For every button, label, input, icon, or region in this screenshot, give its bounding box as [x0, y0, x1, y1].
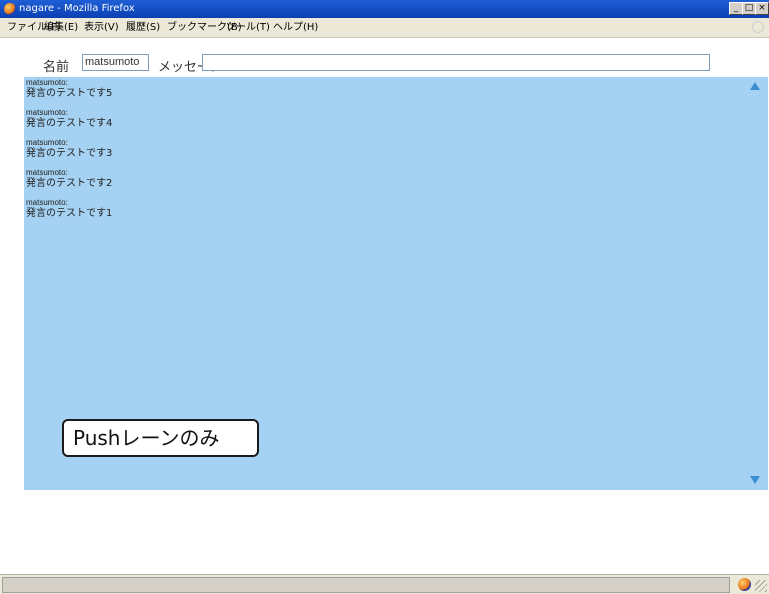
maximize-button[interactable]: □ [742, 2, 756, 15]
message-user: matsumoto: [26, 138, 68, 147]
resize-grip-icon[interactable] [755, 580, 767, 592]
menu-edit[interactable]: 編集(E) [44, 21, 78, 35]
window-title: nagare - Mozilla Firefox [19, 3, 135, 14]
name-input[interactable]: matsumoto [82, 54, 149, 71]
message-text: 発言のテストです5 [26, 88, 113, 99]
message-text: 発言のテストです2 [26, 178, 113, 189]
message-input[interactable] [202, 54, 710, 71]
message-user: matsumoto: [26, 168, 68, 177]
menu-bar: ファイル(F) 編集(E) 表示(V) 履歴(S) ブックマーク(B) ツール(… [0, 18, 769, 38]
menu-history[interactable]: 履歴(S) [126, 21, 160, 35]
message-text: 発言のテストです4 [26, 118, 113, 129]
menu-help[interactable]: ヘルプ(H) [273, 21, 318, 35]
message-text: 発言のテストです1 [26, 208, 113, 219]
message-item: matsumoto: 発言のテストです4 [26, 108, 112, 130]
firefox-status-icon [738, 578, 751, 591]
name-label: 名前 [43, 60, 70, 75]
throbber-icon [752, 21, 764, 33]
message-user: matsumoto: [26, 108, 68, 117]
annotation-label: Pushレーンのみ [62, 419, 259, 457]
message-text: 発言のテストです3 [26, 148, 113, 159]
message-user: matsumoto: [26, 78, 68, 87]
minimize-button[interactable]: _ [729, 2, 743, 15]
scroll-down-arrow-icon[interactable] [750, 476, 760, 484]
menu-view[interactable]: 表示(V) [84, 21, 119, 35]
status-bar [0, 574, 769, 594]
message-item: matsumoto: 発言のテストです1 [26, 198, 112, 220]
title-bar: nagare - Mozilla Firefox _ □ × [0, 0, 769, 18]
message-item: matsumoto: 発言のテストです5 [26, 78, 112, 100]
firefox-icon [4, 3, 16, 15]
status-text [2, 577, 730, 593]
message-list[interactable]: matsumoto: 発言のテストです5 matsumoto: 発言のテストです… [24, 77, 768, 490]
message-user: matsumoto: [26, 198, 68, 207]
menu-tools[interactable]: ツール(T) [226, 21, 270, 35]
input-row: 名前 matsumoto メッセージ [0, 48, 769, 75]
close-button[interactable]: × [755, 2, 769, 15]
message-item: matsumoto: 発言のテストです3 [26, 138, 112, 160]
message-item: matsumoto: 発言のテストです2 [26, 168, 112, 190]
scroll-up-arrow-icon[interactable] [750, 82, 760, 90]
